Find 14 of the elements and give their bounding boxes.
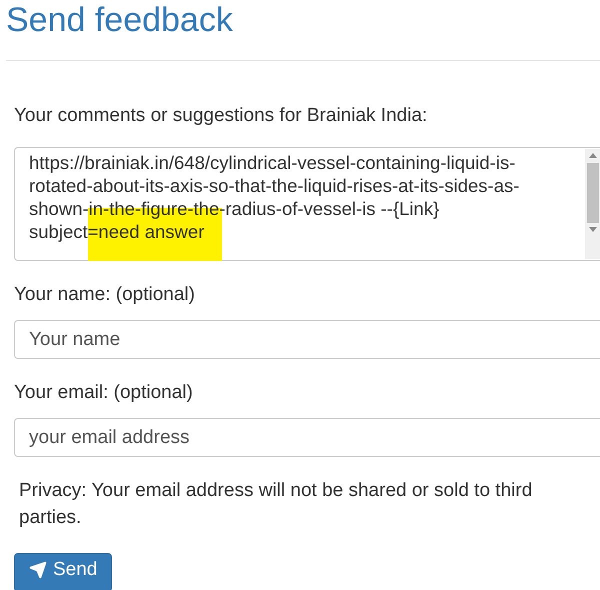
privacy-note: Privacy: Your email address will not be shared or sold to third parties. bbox=[19, 479, 534, 530]
field-label: Your comments or suggestions for Brainiak India: bbox=[14, 104, 428, 128]
comment-text-line: https://brainiak.in/648/cylindrical-vessel-containing-liquid-is- bbox=[29, 151, 516, 174]
send-button[interactable]: Send bbox=[14, 553, 112, 590]
paper-plane-icon bbox=[29, 561, 47, 579]
comments-field[interactable] bbox=[14, 147, 600, 261]
email-field[interactable]: your email address bbox=[14, 418, 600, 457]
field-label: Your email: (optional) bbox=[14, 381, 194, 405]
scrollbar-drawing[interactable] bbox=[585, 149, 600, 259]
field-label: Your name: (optional) bbox=[14, 283, 196, 307]
comment-text-line: rotated-about-its-axis-so-that-the-liquid-rises-at-its-sides-as- bbox=[29, 174, 520, 197]
page-title: Send feedback bbox=[5, 0, 234, 40]
name-field[interactable]: Your name bbox=[14, 320, 600, 359]
comment-text-line: shown-in-the-figure-the-radius-of-vessel-is --{Link} bbox=[29, 197, 440, 220]
